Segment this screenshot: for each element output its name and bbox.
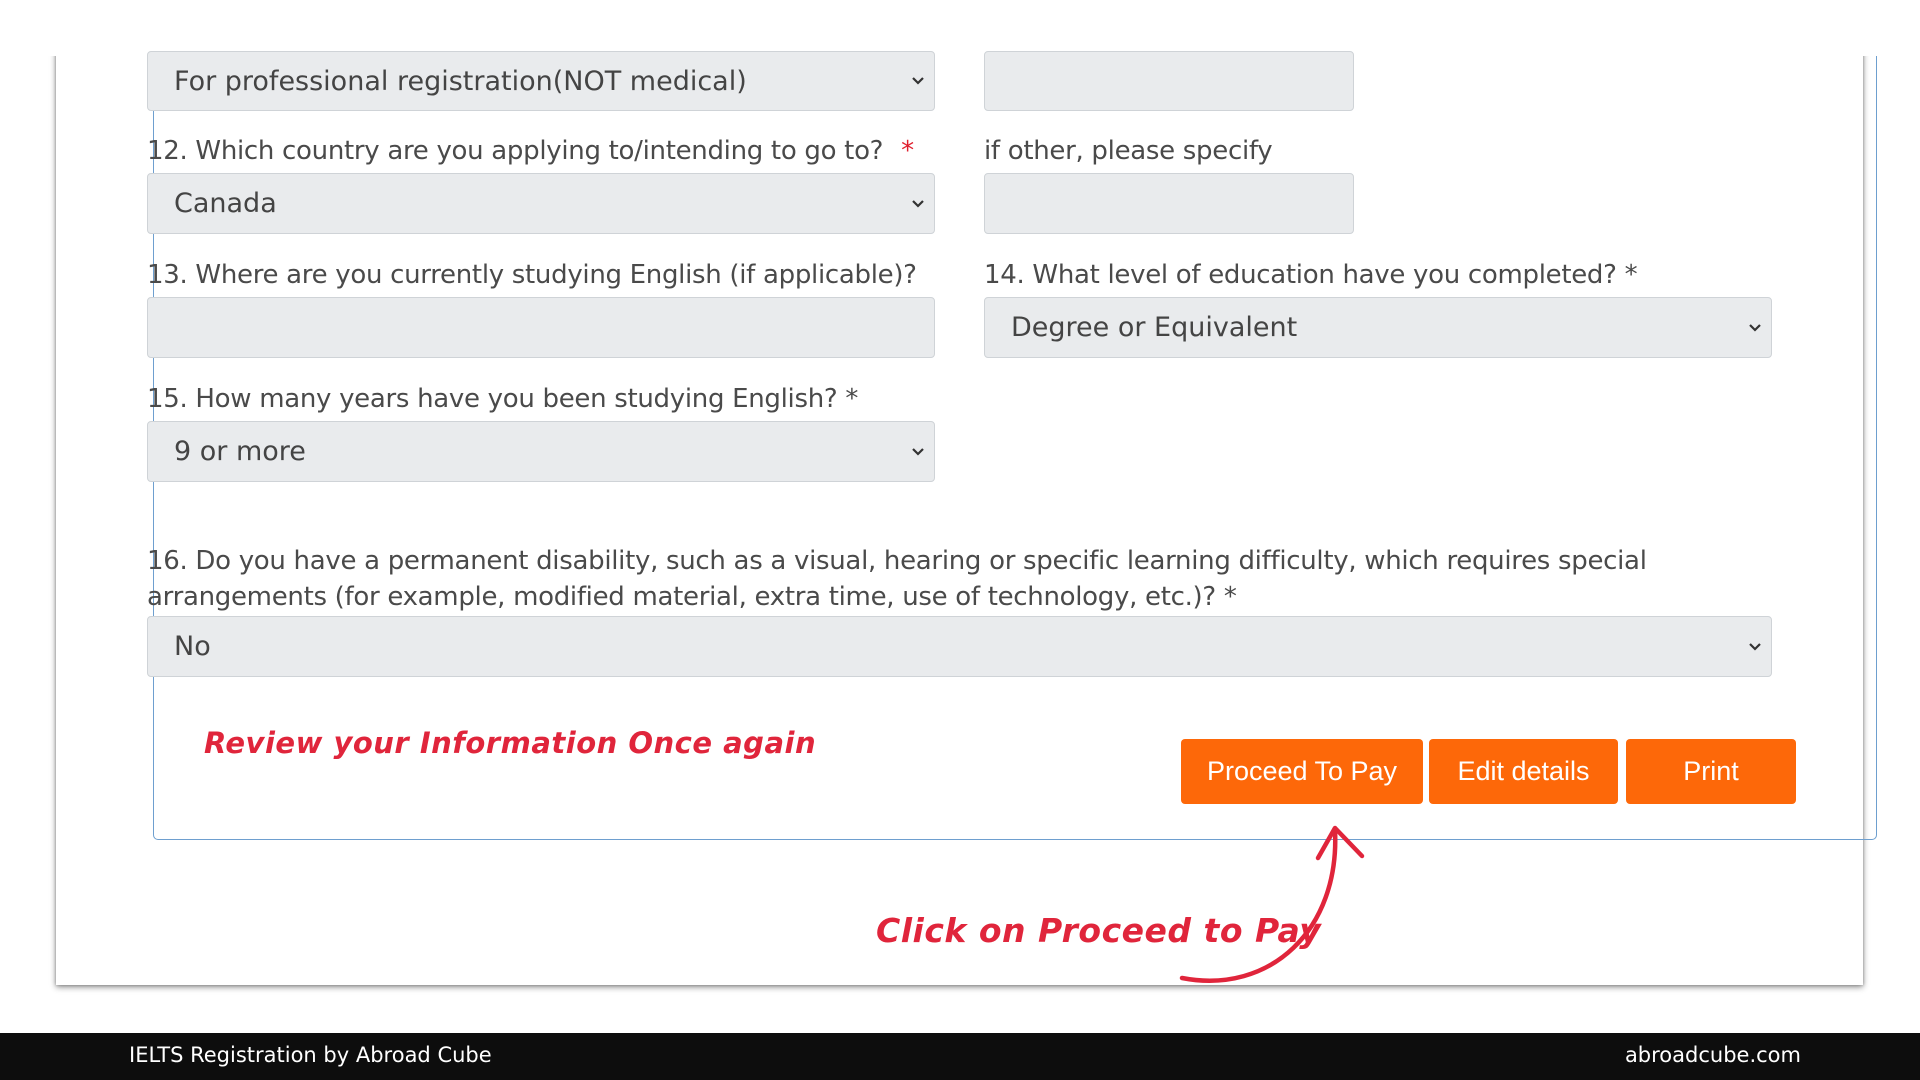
curved-arrow-icon	[1179, 825, 1365, 983]
chevron-down-icon	[912, 199, 924, 208]
edit-details-button[interactable]: Edit details	[1429, 739, 1618, 804]
years-english-select[interactable]: 9 or more	[147, 421, 935, 482]
chevron-down-icon	[912, 447, 924, 456]
footer-site: abroadcube.com	[1624, 1043, 1801, 1067]
years-english-select-value: 9 or more	[174, 436, 306, 467]
country-label: 12. Which country are you applying to/in…	[147, 136, 914, 166]
country-select-value: Canada	[174, 188, 277, 219]
purpose-select-value: For professional registration(NOT medica…	[174, 65, 747, 97]
chevron-down-icon	[1749, 642, 1761, 651]
disability-select-value: No	[174, 631, 211, 662]
chevron-down-icon	[912, 77, 924, 85]
education-label: 14. What level of education have you com…	[984, 260, 1638, 290]
studying-english-label: 13. Where are you currently studying Eng…	[147, 260, 917, 290]
country-other-label: if other, please specify	[984, 136, 1273, 166]
print-button[interactable]: Print	[1626, 739, 1796, 804]
footer-bar: IELTS Registration by Abroad Cube abroad…	[0, 1033, 1920, 1080]
education-select[interactable]: Degree or Equivalent	[984, 297, 1772, 358]
country-label-text: 12. Which country are you applying to/in…	[147, 136, 884, 166]
chevron-down-icon	[1749, 323, 1761, 332]
country-other-input[interactable]	[984, 173, 1354, 234]
education-select-value: Degree or Equivalent	[1011, 312, 1298, 343]
country-select[interactable]: Canada	[147, 173, 935, 234]
proceed-to-pay-button[interactable]: Proceed To Pay	[1181, 739, 1423, 804]
disability-select[interactable]: No	[147, 616, 1772, 677]
purpose-select[interactable]: For professional registration(NOT medica…	[147, 51, 935, 111]
studying-english-input[interactable]	[147, 297, 935, 358]
footer-title: IELTS Registration by Abroad Cube	[129, 1043, 492, 1067]
years-english-label: 15. How many years have you been studyin…	[147, 384, 859, 414]
review-annotation: Review your Information Once again	[204, 726, 817, 760]
purpose-other-input[interactable]	[984, 51, 1354, 111]
required-marker: *	[901, 136, 914, 166]
form-panel	[153, 56, 1877, 840]
disability-label: 16. Do you have a permanent disability, …	[147, 546, 1647, 612]
